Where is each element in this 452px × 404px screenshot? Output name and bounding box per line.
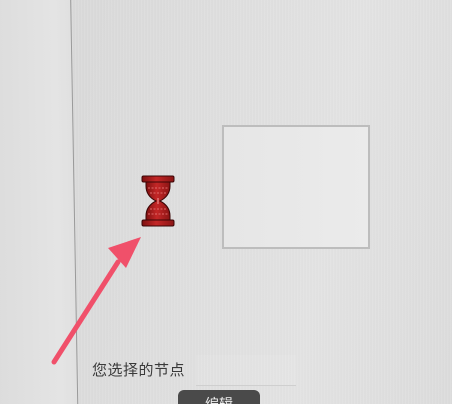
- edit-button[interactable]: 编辑: [178, 390, 260, 404]
- screen: 您选择的节点 编辑: [0, 0, 452, 404]
- selected-node-label: 您选择的节点: [92, 361, 186, 379]
- hourglass-icon: [141, 175, 175, 227]
- preview-box: [222, 125, 370, 249]
- selected-node-field[interactable]: [196, 355, 296, 386]
- left-panel: [0, 0, 79, 404]
